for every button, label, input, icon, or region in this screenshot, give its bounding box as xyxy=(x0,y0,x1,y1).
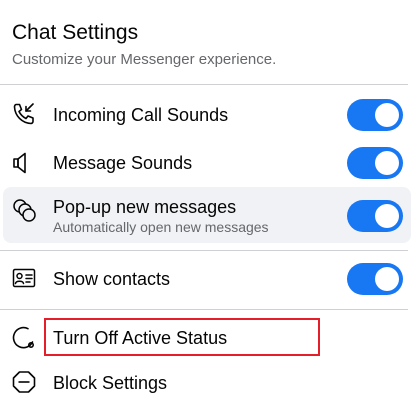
incoming-call-icon xyxy=(11,101,37,127)
action-label: Block Settings xyxy=(53,373,168,393)
popup-messages-icon xyxy=(11,197,37,223)
divider xyxy=(0,84,408,85)
highlight-outline xyxy=(44,318,320,356)
setting-message-sounds[interactable]: Message Sounds xyxy=(3,143,411,183)
setting-show-contacts[interactable]: Show contacts xyxy=(3,259,411,299)
contacts-card-icon xyxy=(11,265,37,291)
panel-title: Chat Settings xyxy=(12,21,139,44)
setting-label: Message Sounds xyxy=(53,153,193,173)
setting-description: Automatically open new messages xyxy=(53,219,269,235)
setting-label: Incoming Call Sounds xyxy=(53,105,229,125)
toggle-knob xyxy=(375,267,399,291)
divider xyxy=(0,309,408,310)
active-status-icon xyxy=(11,325,37,351)
setting-label: Show contacts xyxy=(53,269,171,289)
toggle-knob xyxy=(375,204,399,228)
popup-new-messages-toggle[interactable] xyxy=(347,200,403,232)
block-settings-button[interactable]: Block Settings xyxy=(3,364,411,400)
message-sounds-toggle[interactable] xyxy=(347,147,403,179)
setting-popup-new-messages[interactable]: Pop-up new messages Automatically open n… xyxy=(3,187,411,243)
block-icon xyxy=(11,369,37,395)
setting-label: Pop-up new messages xyxy=(53,197,237,217)
toggle-knob xyxy=(375,103,399,127)
show-contacts-toggle[interactable] xyxy=(347,263,403,295)
toggle-knob xyxy=(375,151,399,175)
speaker-icon xyxy=(11,150,37,176)
panel-subtitle: Customize your Messenger experience. xyxy=(12,51,277,68)
setting-incoming-call-sounds[interactable]: Incoming Call Sounds xyxy=(3,96,411,136)
incoming-call-sounds-toggle[interactable] xyxy=(347,99,403,131)
divider xyxy=(0,250,408,251)
